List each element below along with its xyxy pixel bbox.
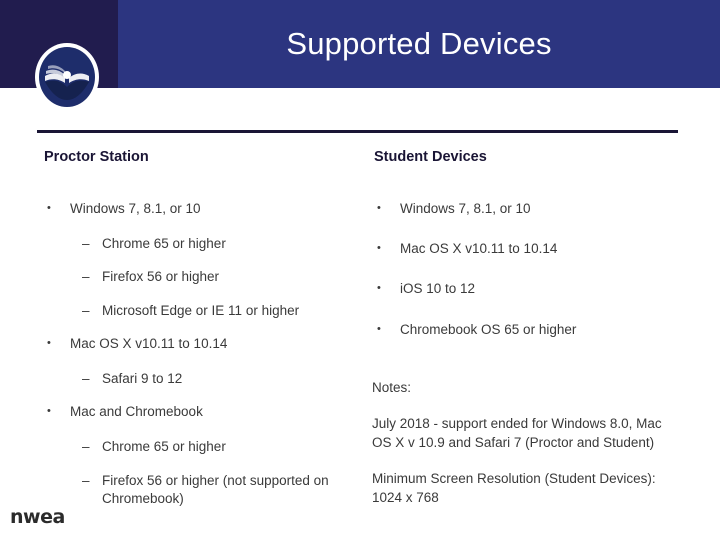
column-heading-student-devices: Student Devices <box>374 149 487 165</box>
proctor-station-list: • Windows 7, 8.1, or 10– Chrome 65 or high… <box>42 200 362 508</box>
dash-marker-icon: – <box>82 302 90 318</box>
column-student-devices: Student Devices • Windows 7, 8.1, or 10 • M… <box>372 149 702 526</box>
list-item-label: Mac OS X v10.11 to 10.14 <box>400 241 558 257</box>
note-paragraph: July 2018 - support ended for Windows 8.… <box>372 416 662 450</box>
list-item-label: Chrome 65 or higher <box>102 236 226 252</box>
bullet-marker-icon: • <box>47 336 51 349</box>
list-item-label: Windows 7, 8.1, or 10 <box>400 200 531 216</box>
bullet-marker-icon: • <box>377 322 381 335</box>
list-item-label: Chrome 65 or higher <box>102 439 226 455</box>
slide-header: Supported Devices <box>0 0 720 88</box>
list-item-label: Mac OS X v10.11 to 10.14 <box>70 335 228 351</box>
bullet-marker-icon: • <box>47 201 51 214</box>
list-item-label: iOS 10 to 12 <box>400 281 476 297</box>
list-item-label: Safari 9 to 12 <box>102 371 183 387</box>
bullet-marker-icon: • <box>377 282 381 295</box>
bullet-marker-icon: • <box>377 201 381 214</box>
nwea-footer-wordmark: nwea <box>10 506 65 528</box>
dash-marker-icon: – <box>82 269 90 285</box>
list-item-label: Windows 7, 8.1, or 10 <box>70 200 201 216</box>
list-item: • Mac OS X v10.11 to 10.14 <box>42 335 362 353</box>
notes-label: Notes: <box>372 379 412 395</box>
list-item-label: Microsoft Edge or IE 11 or higher <box>102 302 300 318</box>
list-item-label: Mac and Chromebook <box>70 404 203 420</box>
list-item: • Windows 7, 8.1, or 10 <box>372 200 702 218</box>
list-item: • Mac OS X v10.11 to 10.14 <box>372 240 702 258</box>
page-title: Supported Devices <box>286 26 552 61</box>
list-item-label: Firefox 56 or higher <box>102 269 220 285</box>
list-item: • Chromebook OS 65 or higher <box>372 321 702 339</box>
list-item-label: Firefox 56 or higher (not supported on C… <box>102 472 329 506</box>
list-item-label: Chromebook OS 65 or higher <box>400 321 577 337</box>
bullet-marker-icon: • <box>47 405 51 418</box>
dash-marker-icon: – <box>82 472 90 488</box>
list-item: – Firefox 56 or higher (not supported on … <box>42 472 362 508</box>
list-item: – Firefox 56 or higher <box>42 268 362 286</box>
column-heading-proctor-station: Proctor Station <box>44 149 149 165</box>
column-proctor-station: Proctor Station • Windows 7, 8.1, or 10– C… <box>42 149 362 523</box>
student-devices-list: • Windows 7, 8.1, or 10 • Mac OS X v10.11 t… <box>372 200 702 339</box>
header-divider-rule <box>37 130 678 133</box>
list-item: – Chrome 65 or higher <box>42 438 362 456</box>
bullet-marker-icon: • <box>377 242 381 255</box>
note-paragraph: Minimum Screen Resolution (Student Devic… <box>372 471 656 505</box>
list-item: • Windows 7, 8.1, or 10 <box>42 200 362 218</box>
nwea-book-emblem-icon <box>32 42 102 112</box>
dash-marker-icon: – <box>82 236 90 252</box>
dash-marker-icon: – <box>82 371 90 387</box>
list-item: – Chrome 65 or higher <box>42 235 362 253</box>
list-item: – Safari 9 to 12 <box>42 370 362 388</box>
list-item: • Mac and Chromebook <box>42 403 362 421</box>
notes-block: Notes: July 2018 - support ended for Win… <box>372 379 702 508</box>
list-item: – Microsoft Edge or IE 11 or higher <box>42 302 362 320</box>
list-item: • iOS 10 to 12 <box>372 280 702 298</box>
dash-marker-icon: – <box>82 439 90 455</box>
